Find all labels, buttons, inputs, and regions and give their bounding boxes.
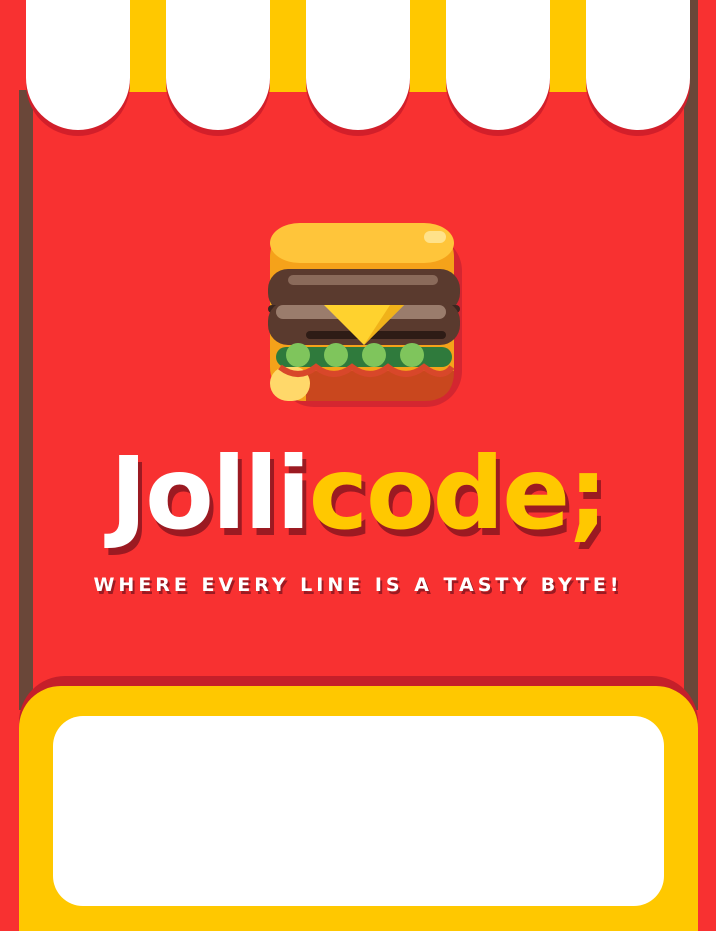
- sign-content-area: [53, 716, 664, 906]
- brand-title: Jollicode;: [0, 444, 716, 544]
- left-post: [19, 90, 33, 710]
- brand-title-part2: code;: [308, 435, 608, 552]
- brand-title-part1: Jolli: [109, 435, 311, 552]
- awning-scallop: [586, 0, 690, 130]
- awning-scallop: [26, 0, 130, 130]
- tagline: WHERE EVERY LINE IS A TASTY BYTE!: [93, 574, 623, 596]
- burger-icon: [268, 223, 462, 407]
- awning-scallop: [306, 0, 410, 130]
- awning-scallop: [166, 0, 270, 130]
- awning-scallop: [446, 0, 550, 130]
- awning: [0, 0, 716, 140]
- poster: Jollicode; WHERE EVERY LINE IS A TASTY B…: [0, 0, 716, 931]
